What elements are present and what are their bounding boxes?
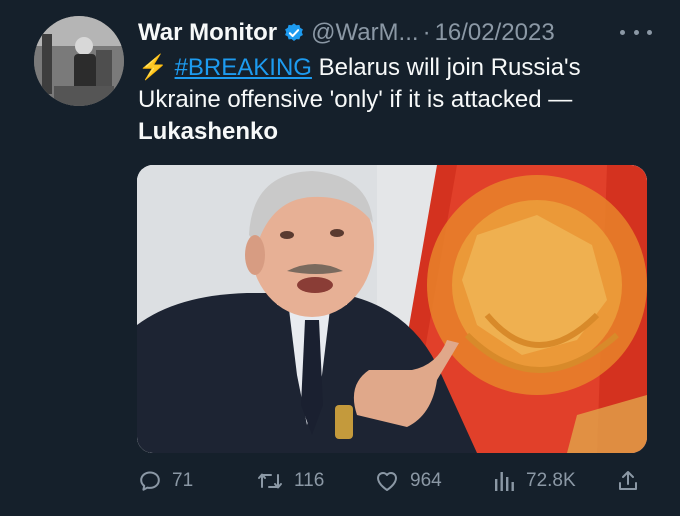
tweet-bold-text: Lukashenko — [138, 118, 279, 145]
reply-icon — [140, 471, 160, 491]
share-icon — [619, 471, 637, 490]
tweet-date[interactable]: 16/02/2023 — [435, 19, 555, 47]
like-icon — [377, 472, 397, 491]
tweet-actions-bar: 71 116 964 72.8K — [138, 463, 648, 499]
author-name[interactable]: War Monitor — [138, 19, 277, 47]
retweet-button[interactable]: 116 — [256, 463, 324, 499]
retweet-icon — [258, 473, 282, 489]
views-icon — [495, 472, 514, 491]
like-button[interactable]: 964 — [374, 463, 442, 499]
share-button[interactable] — [616, 463, 650, 499]
like-count: 964 — [410, 470, 442, 491]
views-button[interactable]: 72.8K — [492, 463, 576, 499]
hashtag-link[interactable]: #BREAKING — [175, 54, 312, 81]
reply-count: 71 — [172, 470, 194, 491]
retweet-count: 116 — [294, 470, 325, 491]
tweet-text: ⚡ #BREAKING Belarus will join Russia's U… — [138, 52, 658, 148]
header-separator: · — [422, 19, 431, 46]
verified-badge-icon — [285, 23, 303, 41]
views-count: 72.8K — [526, 470, 576, 491]
avatar-image — [34, 16, 124, 106]
lightning-icon: ⚡ — [138, 54, 168, 81]
more-icon[interactable] — [620, 22, 652, 42]
tweet-header: War Monitor @WarM... · 16/02/2023 — [138, 16, 660, 50]
author-handle[interactable]: @WarM... — [311, 19, 418, 47]
photo-illustration — [137, 165, 647, 453]
tweet-media-image[interactable] — [137, 165, 647, 453]
reply-button[interactable]: 71 — [138, 463, 193, 499]
avatar[interactable] — [34, 16, 124, 106]
